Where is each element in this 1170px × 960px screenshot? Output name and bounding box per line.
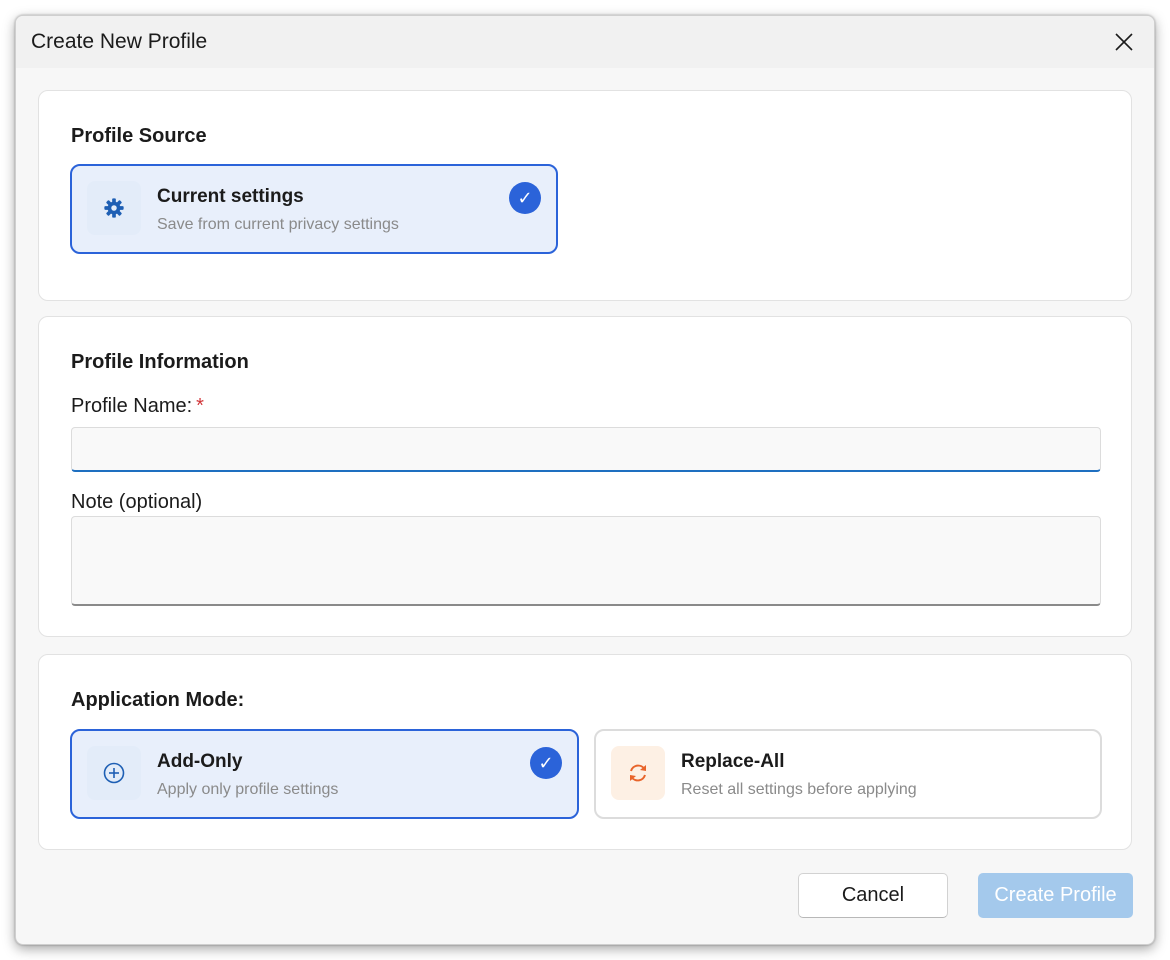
close-icon	[1115, 33, 1133, 51]
note-label: Note (optional)	[71, 491, 203, 513]
replace-all-icon-box	[611, 746, 665, 800]
add-only-title: Add-Only	[157, 751, 243, 772]
profile-name-label: Profile Name: *	[71, 395, 204, 418]
profile-source-card: Profile Source Current settings Save fro…	[38, 90, 1132, 301]
gear-icon	[104, 198, 124, 218]
profile-name-input[interactable]	[71, 427, 1101, 472]
application-mode-card: Application Mode: Add-Only Apply only pr…	[38, 654, 1132, 850]
create-profile-dialog: Create New Profile Profile Source Curren…	[15, 15, 1155, 945]
replace-all-subtitle: Reset all settings before applying	[681, 781, 917, 798]
required-marker: *	[196, 395, 204, 417]
close-button[interactable]	[1106, 24, 1142, 60]
current-settings-subtitle: Save from current privacy settings	[157, 216, 399, 233]
title-bar: Create New Profile	[16, 16, 1154, 68]
add-only-subtitle: Apply only profile settings	[157, 781, 339, 798]
profile-source-heading: Profile Source	[71, 125, 207, 147]
selected-check-icon: ✓	[509, 182, 541, 214]
add-only-icon-box	[87, 746, 141, 800]
selected-check-icon: ✓	[530, 747, 562, 779]
note-textarea[interactable]	[71, 516, 1101, 606]
replace-all-option[interactable]: Replace-All Reset all settings before ap…	[594, 729, 1102, 819]
add-only-option[interactable]: Add-Only Apply only profile settings ✓	[70, 729, 579, 819]
dialog-title: Create New Profile	[31, 30, 208, 53]
replace-all-title: Replace-All	[681, 751, 785, 772]
current-settings-icon-box	[87, 181, 141, 235]
profile-information-heading: Profile Information	[71, 351, 249, 373]
sync-icon	[630, 764, 646, 782]
profile-information-card: Profile Information Profile Name: * Note …	[38, 316, 1132, 637]
create-profile-button[interactable]: Create Profile	[978, 873, 1133, 918]
profile-name-label-text: Profile Name:	[71, 395, 193, 417]
current-settings-option[interactable]: Current settings Save from current priva…	[70, 164, 558, 254]
current-settings-title: Current settings	[157, 186, 304, 207]
application-mode-heading: Application Mode:	[71, 689, 245, 711]
cancel-button[interactable]: Cancel	[798, 873, 948, 918]
plus-circle-icon	[103, 762, 125, 784]
